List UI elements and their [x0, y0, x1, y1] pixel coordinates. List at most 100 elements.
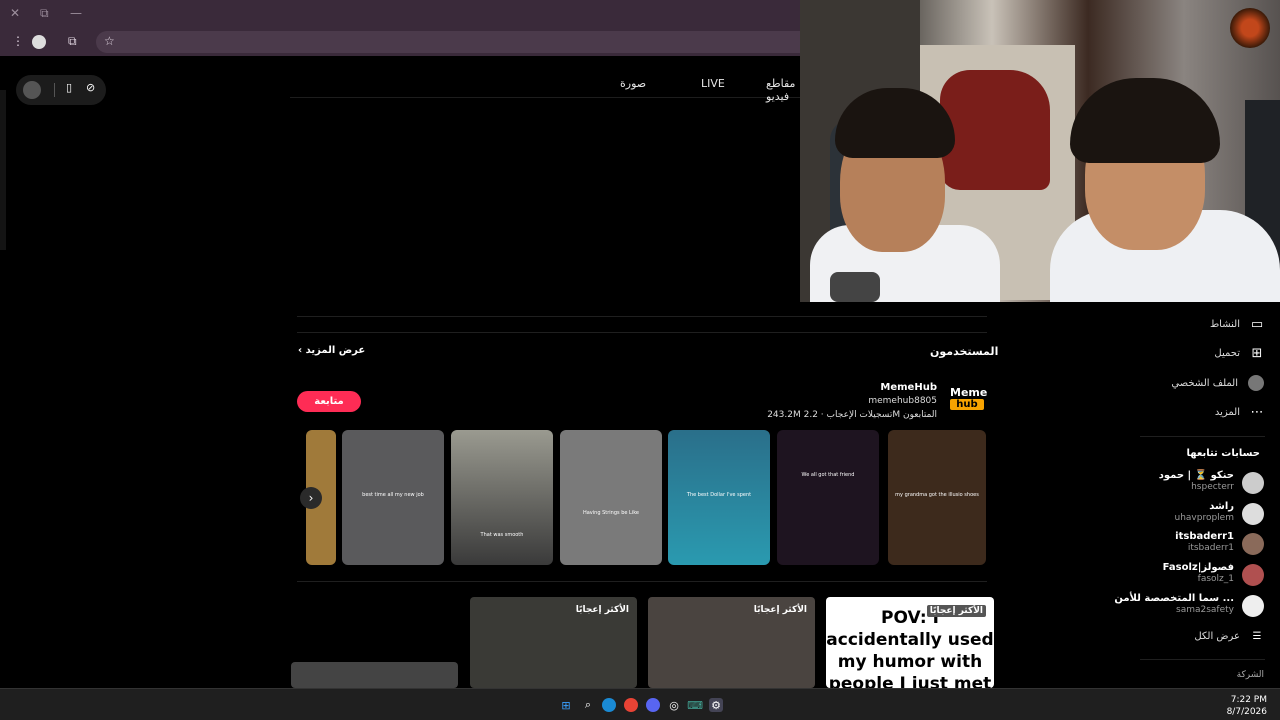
- video-thumbnail[interactable]: best time all my new job: [342, 430, 444, 565]
- avatar: [1242, 503, 1264, 525]
- lion-logo: [1230, 8, 1270, 48]
- following-account[interactable]: راشد uhavproplem: [1124, 501, 1264, 529]
- video-card[interactable]: الأكثر إعجابًا: [648, 597, 815, 688]
- person-right-hair: [1070, 78, 1220, 163]
- wall-art: [940, 70, 1050, 190]
- see-all-link[interactable]: عرض الكل ☰: [1194, 629, 1264, 643]
- tab-live[interactable]: LIVE: [701, 77, 725, 90]
- profile-icon: [1248, 375, 1264, 391]
- avatar: [1242, 472, 1264, 494]
- company-link[interactable]: الشركة: [1237, 670, 1264, 680]
- account-handle: fasolz_1: [1197, 574, 1234, 584]
- divider: [297, 581, 987, 582]
- clock-date: 8/7/2026: [1226, 707, 1267, 717]
- video-thumbnail[interactable]: Having Strings be Like: [560, 430, 662, 565]
- sidebar-item-label: تحميل: [1214, 347, 1240, 359]
- avatar[interactable]: [32, 35, 46, 49]
- sidebar-item-label: الملف الشخصي: [1171, 377, 1238, 389]
- divider: [297, 332, 987, 333]
- sidebar-item-label: النشاط: [1209, 318, 1240, 330]
- list-icon: ☰: [1252, 630, 1262, 642]
- sidebar-item-more[interactable]: المزيد ⋯: [1214, 404, 1264, 420]
- microphone: [830, 272, 880, 302]
- browser-toolbar: ⋮ ⧉ ☆: [0, 28, 800, 56]
- address-bar[interactable]: ☆: [96, 31, 800, 53]
- tab-photo[interactable]: صورة: [620, 77, 646, 90]
- memehub-logo[interactable]: Meme hub: [950, 386, 988, 414]
- most-liked-badge: الأكثر إعجابًا: [753, 605, 807, 615]
- divider: [1140, 436, 1265, 437]
- restore-icon[interactable]: ⧉: [40, 6, 49, 21]
- video-card[interactable]: الأكثر إعجابًا: [470, 597, 637, 688]
- profile-name[interactable]: MemeHub: [880, 382, 937, 393]
- left-scroll-track: [0, 90, 6, 250]
- edge-icon[interactable]: [602, 698, 616, 712]
- account-name: سما المتخصصة للأمن ...: [1114, 593, 1234, 604]
- chevron-right-icon: ›: [308, 491, 314, 505]
- phone-icon[interactable]: ▯: [66, 81, 72, 94]
- system-clock[interactable]: 7:22 PM 8/7/2026: [1227, 694, 1267, 718]
- users-heading: المستخدمون: [930, 345, 999, 358]
- message-icon: ▭: [1250, 316, 1264, 332]
- avatar: [1242, 564, 1264, 586]
- video-thumbnail[interactable]: That was smooth: [451, 430, 553, 565]
- search-tabs: صورة LIVE مقاطع فيديو: [290, 70, 800, 103]
- chrome-icon[interactable]: [624, 698, 638, 712]
- following-account[interactable]: سما المتخصصة للأمن ... sama2safety: [1114, 593, 1264, 621]
- see-more-link[interactable]: ‹ عرض المزيد: [298, 345, 365, 356]
- logo-text: Meme: [950, 386, 988, 399]
- star-icon[interactable]: ☆: [104, 34, 115, 48]
- avatar: [1242, 533, 1264, 555]
- sidebar-item-activity[interactable]: النشاط ▭: [1209, 316, 1264, 332]
- thumbnail-caption: my grandma got the illusio shoes: [895, 492, 979, 498]
- follow-button[interactable]: متابعة: [297, 391, 361, 412]
- logo-text: hub: [950, 399, 984, 410]
- video-thumbnail[interactable]: We all got that friend: [777, 430, 879, 565]
- extensions-icon[interactable]: ⧉: [68, 34, 77, 49]
- divider: [1140, 659, 1265, 660]
- floating-toolbar: ▯ ⊘: [16, 75, 106, 105]
- windows-start-icon[interactable]: ⊞: [559, 698, 573, 712]
- avatar: [1242, 595, 1264, 617]
- tab-videos[interactable]: مقاطع فيديو: [766, 77, 800, 103]
- carousel-next-button[interactable]: ›: [300, 487, 322, 509]
- following-account[interactable]: Fasolz|فصولز fasolz_1: [1124, 562, 1264, 590]
- app-icon[interactable]: ⌨: [687, 698, 703, 712]
- discord-icon[interactable]: [646, 698, 660, 712]
- account-handle: itsbaderr1: [1187, 543, 1234, 553]
- video-thumbnail[interactable]: The best Dollar I've spent: [668, 430, 770, 565]
- obs-icon[interactable]: ◎: [667, 698, 681, 712]
- settings-icon[interactable]: ⚙: [709, 698, 723, 712]
- webcam-overlay: [800, 0, 1280, 302]
- profile-stats: 243.2M تسجيلات الإعجاب · 2.2M المتابعون: [767, 410, 937, 420]
- thumbnail-caption: best time all my new job: [362, 492, 424, 498]
- profile-handle: memehub8805: [868, 396, 937, 406]
- browser-titlebar: ✕ ⧉ —: [0, 0, 800, 28]
- close-icon[interactable]: ✕: [10, 6, 20, 20]
- thumbnail-caption: The best Dollar I've spent: [686, 492, 752, 498]
- account-name: Fasolz|فصولز: [1162, 562, 1234, 573]
- account-name: راشد: [1209, 501, 1234, 512]
- compass-icon[interactable]: ⊘: [86, 81, 95, 94]
- sidebar-item-label: المزيد: [1214, 406, 1240, 418]
- account-handle: uhavproplem: [1174, 513, 1235, 523]
- avatar[interactable]: [23, 81, 41, 99]
- see-all-label: عرض الكل: [1194, 630, 1240, 642]
- menu-dots-icon[interactable]: ⋮: [12, 34, 24, 48]
- most-liked-badge: الأكثر إعجابًا: [575, 605, 629, 615]
- following-account[interactable]: itsbaderr1 itsbaderr1: [1124, 531, 1264, 559]
- more-icon: ⋯: [1250, 404, 1264, 420]
- minimize-icon[interactable]: —: [70, 6, 82, 20]
- following-account[interactable]: حنكو ⏳ | حمود hspecterr: [1124, 470, 1264, 498]
- account-handle: sama2safety: [1176, 605, 1234, 615]
- company-label: الشركة: [1236, 670, 1264, 680]
- sidebar-item-upload[interactable]: تحميل ⊞: [1214, 345, 1264, 361]
- video-card[interactable]: POV: I accidentally used my humor with p…: [826, 597, 994, 688]
- account-name: itsbaderr1: [1175, 531, 1234, 542]
- search-icon[interactable]: ⌕: [581, 698, 595, 712]
- video-thumbnail[interactable]: my grandma got the illusio shoes: [888, 430, 986, 565]
- upload-icon: ⊞: [1251, 345, 1263, 361]
- chevron-left-icon: ‹: [298, 345, 303, 356]
- sidebar-item-profile[interactable]: الملف الشخصي: [1171, 375, 1264, 391]
- video-card[interactable]: [291, 662, 458, 688]
